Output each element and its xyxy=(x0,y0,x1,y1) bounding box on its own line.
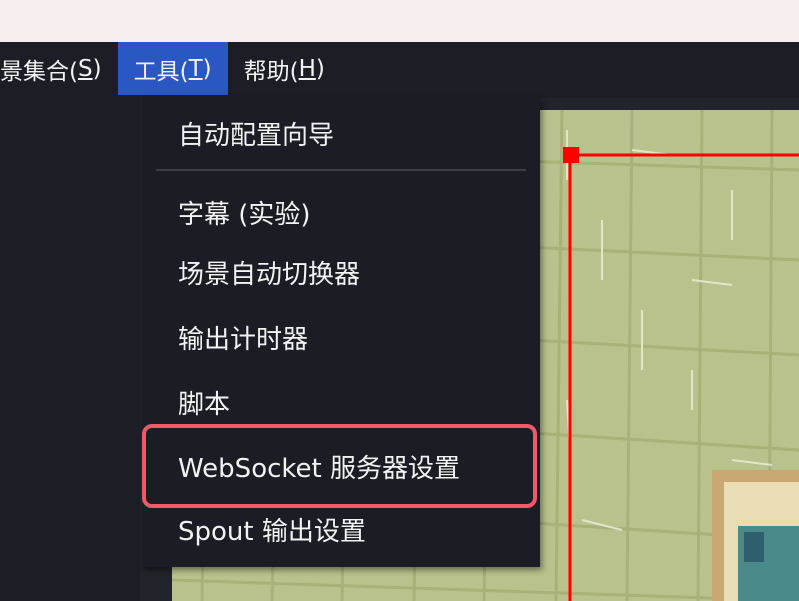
menu-item-spout-output-settings[interactable]: Spout 输出设置 xyxy=(142,499,540,559)
selection-handle xyxy=(563,147,579,163)
window-titlebar xyxy=(0,0,799,42)
menu-item-scripts[interactable]: 脚本 xyxy=(142,372,540,432)
painting-frame xyxy=(712,470,799,601)
menu-scene-collection-mnemonic: S xyxy=(77,55,93,82)
menu-tools-suffix: ) xyxy=(202,55,212,82)
menu-item-captions[interactable]: 字幕 (实验) xyxy=(142,182,540,242)
tools-dropdown-menu: 自动配置向导 字幕 (实验) 场景自动切换器 输出计时器 脚本 WebSocke… xyxy=(142,97,540,567)
menu-help-suffix: ) xyxy=(315,55,325,82)
menu-help-label: 帮助( xyxy=(243,58,299,85)
menu-tools-mnemonic: T xyxy=(188,55,203,82)
menu-item-output-timer[interactable]: 输出计时器 xyxy=(142,307,540,367)
menu-help-mnemonic: H xyxy=(298,55,316,82)
menu-scene-collection-label: 景集合( xyxy=(0,58,78,85)
menu-scene-collection-suffix: ) xyxy=(92,55,102,82)
menu-bar: 景集合(S) 工具(T) 帮助(H) xyxy=(0,42,799,98)
menu-help[interactable]: 帮助(H) xyxy=(228,42,341,95)
left-panel xyxy=(0,98,140,601)
menu-tools[interactable]: 工具(T) xyxy=(117,42,228,95)
menu-item-scene-switcher[interactable]: 场景自动切换器 xyxy=(142,242,540,302)
menu-scene-collection[interactable]: 景集合(S) xyxy=(0,42,118,95)
menu-item-websocket-settings[interactable]: WebSocket 服务器设置 xyxy=(142,436,540,496)
menu-separator xyxy=(156,169,526,171)
menu-tools-label: 工具( xyxy=(133,58,189,85)
menu-item-auto-config-wizard[interactable]: 自动配置向导 xyxy=(142,103,540,163)
